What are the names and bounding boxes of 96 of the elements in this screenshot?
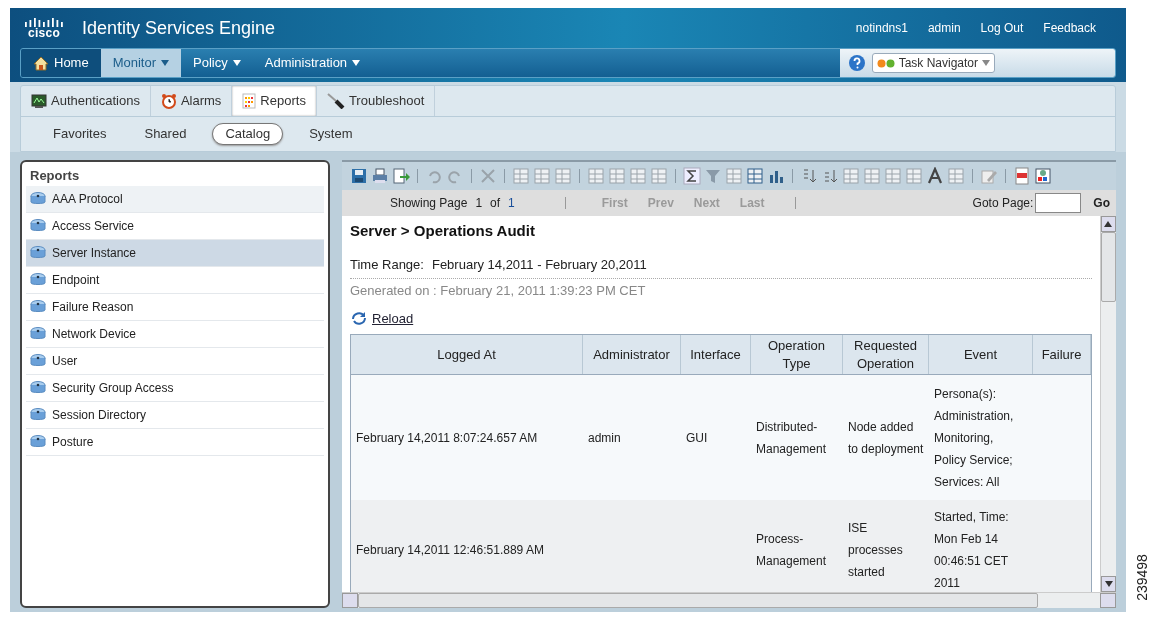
grid-edit-icon[interactable] bbox=[746, 167, 764, 185]
report-category-item[interactable]: Network Device bbox=[26, 321, 324, 348]
table-cell-text: February 14,2011 8:07:24.657 AM bbox=[356, 429, 538, 447]
monitor-icon bbox=[31, 93, 47, 109]
nav-tab[interactable]: Home bbox=[21, 49, 101, 77]
total-pages: 1 bbox=[508, 195, 515, 212]
export-icon[interactable] bbox=[392, 167, 410, 185]
time-range-label: Time Range: bbox=[350, 255, 424, 274]
table-cell-text: February 14,2011 12:46:51.889 AM bbox=[356, 542, 544, 559]
grid-icon[interactable] bbox=[608, 167, 626, 185]
page-of-label: of bbox=[490, 195, 501, 212]
header-link[interactable]: admin bbox=[927, 19, 961, 37]
cube-icon bbox=[30, 354, 46, 368]
report-category-item[interactable]: Failure Reason bbox=[26, 294, 324, 321]
sigma-icon[interactable] bbox=[683, 167, 701, 185]
page-indicator-label: Showing Page bbox=[390, 195, 468, 212]
report-category-item[interactable]: Session Directory bbox=[26, 402, 324, 429]
grid-icon[interactable] bbox=[629, 167, 647, 185]
cube-icon bbox=[30, 327, 46, 341]
task-navigator-dropdown[interactable]: Task Navigator bbox=[871, 53, 995, 73]
cube-icon bbox=[30, 246, 46, 260]
report-category-item[interactable]: User bbox=[26, 348, 324, 375]
cube-icon bbox=[30, 192, 46, 206]
scrollbar-thumb[interactable] bbox=[1101, 232, 1116, 302]
alarm-clock-icon bbox=[160, 93, 177, 109]
catalog-tab[interactable]: Favorites bbox=[41, 123, 119, 145]
goto-page-field[interactable] bbox=[1035, 193, 1082, 213]
table-cell-text: Started, Time: Mon Feb 14 00:46:51 CET 2011 bbox=[934, 509, 1010, 592]
table-cell-text: GUI bbox=[686, 429, 708, 447]
column-header: Operation Type bbox=[751, 335, 843, 374]
save-icon[interactable] bbox=[350, 167, 368, 185]
caret-icon bbox=[982, 60, 990, 66]
column-header: Failure bbox=[1033, 335, 1091, 374]
cube-icon bbox=[30, 435, 46, 449]
font-icon[interactable] bbox=[926, 167, 944, 185]
column-header: Event bbox=[929, 335, 1033, 374]
time-range-value: February 14,2011 - February 20,2011 bbox=[431, 255, 647, 274]
report-category-item[interactable]: Security Group Access bbox=[26, 375, 324, 402]
table-cell-text: Process-Management bbox=[756, 531, 828, 570]
reload-link[interactable]: Reload bbox=[372, 308, 414, 328]
header-link[interactable]: Feedback bbox=[1043, 19, 1096, 37]
column-header: Logged At bbox=[351, 335, 583, 374]
section-tab[interactable]: Reports bbox=[232, 86, 317, 116]
column-header: Administrator bbox=[583, 335, 681, 374]
figure-number: 239498 bbox=[1133, 554, 1152, 601]
report-title: Server > Operations Audit bbox=[350, 221, 536, 241]
generated-on-text: Generated on : February 21, 2011 1:39:23 PM CET bbox=[350, 282, 647, 300]
house-icon bbox=[33, 55, 49, 71]
vertical-scrollbar[interactable] bbox=[1100, 216, 1116, 592]
table-cell-text: Node added to deployment bbox=[848, 418, 924, 458]
cube-icon bbox=[30, 219, 46, 233]
palette-icon[interactable] bbox=[1034, 167, 1052, 185]
caret-icon bbox=[1104, 221, 1113, 227]
cube-icon bbox=[30, 273, 46, 287]
go-button[interactable]: Go bbox=[1093, 194, 1110, 212]
screwdriver-icon bbox=[326, 93, 345, 109]
pen-icon[interactable] bbox=[980, 167, 998, 185]
goto-page-label: Goto Page: bbox=[972, 195, 1034, 212]
print-icon[interactable] bbox=[371, 167, 389, 185]
catalog-tab[interactable]: System bbox=[297, 123, 365, 145]
section-tab[interactable]: Troubleshoot bbox=[316, 86, 436, 116]
nav-tab[interactable]: Administration bbox=[252, 49, 373, 77]
logo-bars-icon bbox=[24, 17, 64, 27]
report-category-item[interactable]: Posture bbox=[26, 429, 324, 456]
cube-icon bbox=[30, 408, 46, 422]
report-category-item[interactable]: AAA Protocol bbox=[26, 186, 324, 213]
cube-icon bbox=[30, 381, 46, 395]
refresh-icon[interactable] bbox=[350, 310, 368, 327]
column-header: Requested Operation bbox=[843, 335, 929, 374]
report-category-item[interactable]: Endpoint bbox=[26, 267, 324, 294]
horizontal-scrollbar[interactable] bbox=[342, 592, 1116, 608]
caret-icon bbox=[1104, 581, 1113, 587]
report-icon bbox=[242, 93, 257, 109]
logo-wordmark: cisco bbox=[27, 26, 61, 39]
grid-icon[interactable] bbox=[650, 167, 668, 185]
help-icon[interactable] bbox=[847, 54, 866, 72]
binoculars-icon bbox=[876, 58, 895, 68]
catalog-tab[interactable]: Catalog bbox=[212, 123, 284, 145]
catalog-tab[interactable]: Shared bbox=[132, 123, 199, 145]
table-cell-text: admin bbox=[588, 429, 621, 447]
report-category-item[interactable]: Server Instance bbox=[26, 240, 324, 267]
panel-title: Reports bbox=[29, 167, 81, 185]
nav-tab[interactable]: Policy bbox=[181, 49, 253, 77]
grid-icon[interactable] bbox=[587, 167, 605, 185]
cube-icon bbox=[30, 300, 46, 314]
table-cell-text: Distributed-Management bbox=[756, 418, 828, 458]
header-link[interactable]: notindns1 bbox=[855, 19, 908, 37]
current-page: 1 bbox=[475, 195, 483, 212]
delete-icon[interactable] bbox=[479, 167, 497, 185]
nav-tab[interactable]: Monitor bbox=[100, 49, 182, 77]
table-cell-text: Persona(s): Administration, Monitoring, Policy Service; Services: All bbox=[934, 385, 1015, 491]
column-header: Interface bbox=[681, 335, 751, 374]
table-cell-text: ISE processes started bbox=[848, 520, 904, 581]
section-tab[interactable]: Authentications bbox=[21, 86, 151, 116]
app-title: Identity Services Engine bbox=[82, 16, 276, 40]
header-link[interactable]: Log Out bbox=[980, 19, 1024, 37]
